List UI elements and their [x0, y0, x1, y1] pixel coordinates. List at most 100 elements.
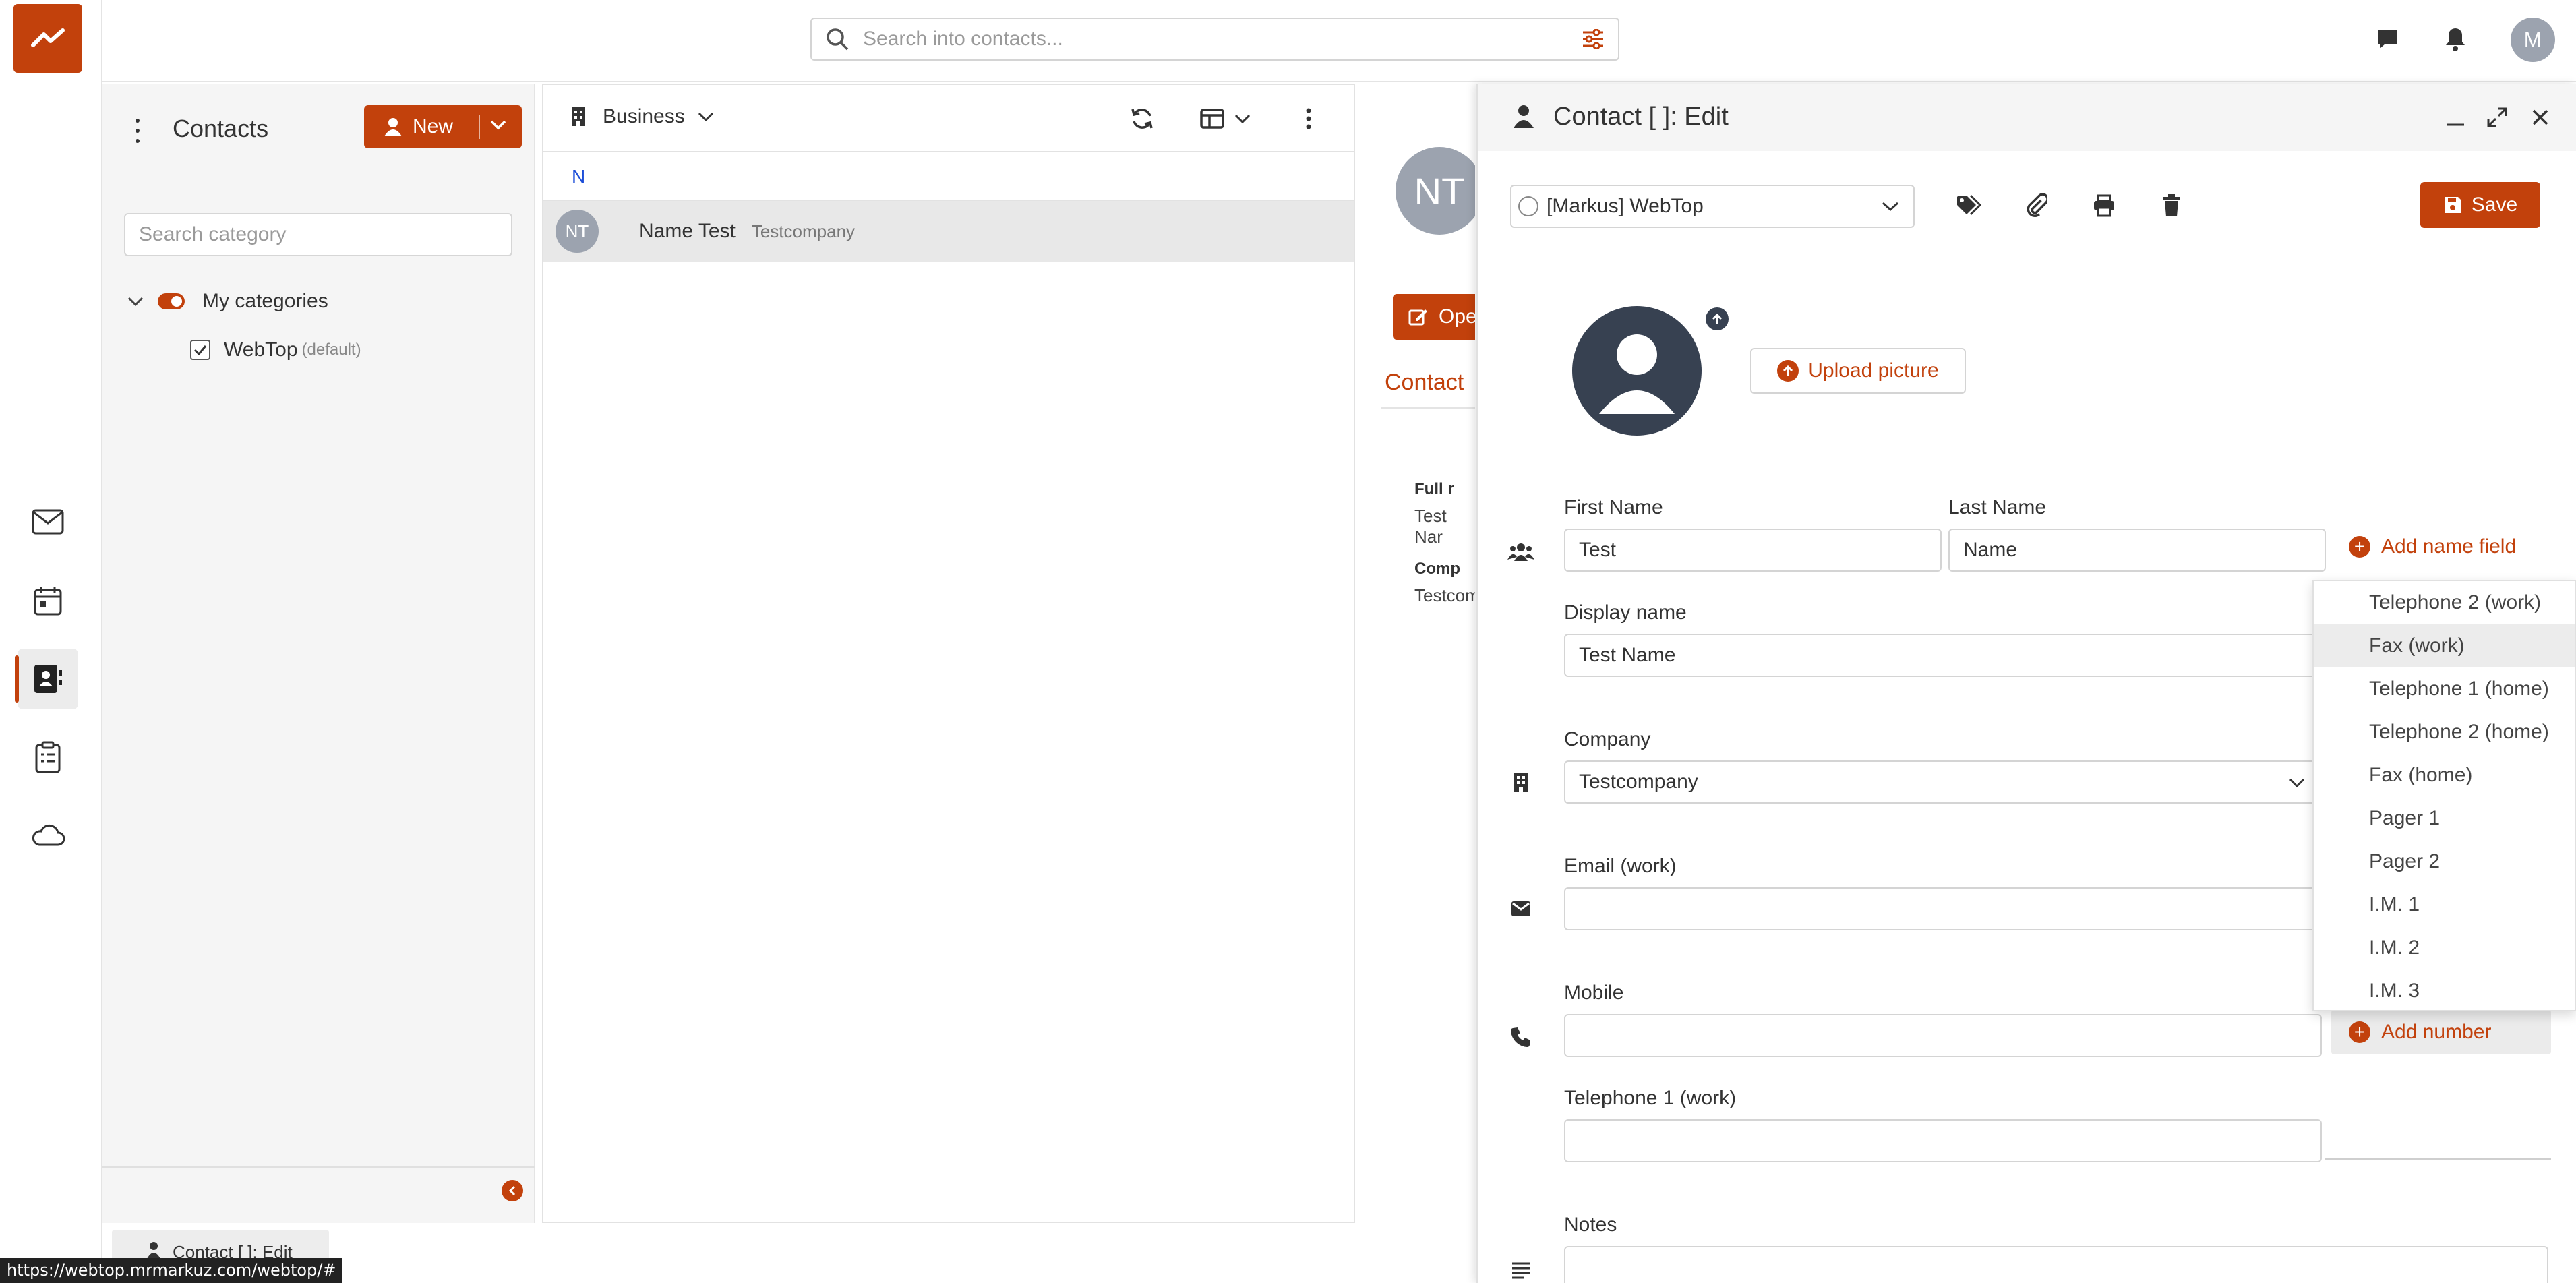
chevron-down-icon[interactable]	[489, 119, 507, 131]
category-search-input[interactable]: Search category	[124, 213, 512, 256]
menu-item-pager-2[interactable]: Pager 2	[2314, 840, 2575, 883]
categories-visibility-toggle[interactable]	[158, 293, 185, 309]
save-button[interactable]: Save	[2420, 182, 2540, 228]
phone-icon	[1507, 1023, 1534, 1050]
new-contact-button[interactable]: New	[364, 105, 522, 148]
avatar: NT	[556, 210, 599, 253]
close-icon[interactable]	[2524, 101, 2556, 133]
search-icon	[827, 28, 849, 51]
add-number-menu: Telephone 2 (work) Fax (work) Telephone …	[2312, 580, 2576, 1011]
print-icon[interactable]	[2087, 189, 2121, 222]
contacts-search-input[interactable]: Search into contacts...	[810, 18, 1619, 61]
category-group-label: My categories	[202, 290, 328, 312]
list-more-icon[interactable]	[1305, 102, 1312, 135]
divider	[102, 1166, 535, 1168]
building-icon	[572, 107, 585, 126]
menu-item-telephone-2-home[interactable]: Telephone 2 (home)	[2314, 711, 2575, 754]
company-label: Comp	[1414, 560, 1460, 578]
notes-field[interactable]	[1564, 1246, 2548, 1283]
upload-icon	[1777, 360, 1799, 382]
person-icon	[1514, 105, 1534, 128]
categories-menu-icon[interactable]	[133, 119, 142, 143]
refresh-icon[interactable]	[1130, 102, 1154, 135]
tag-icon[interactable]	[1952, 189, 1986, 222]
text-align-icon	[1507, 1257, 1534, 1283]
my-categories-row[interactable]: My categories	[127, 290, 328, 313]
menu-item-pager-1[interactable]: Pager 1	[2314, 797, 2575, 840]
contact-company: Testcompany	[751, 220, 856, 241]
addressbook-value: [Markus] WebTop	[1547, 195, 1704, 217]
grouping-label: Business	[603, 105, 685, 127]
chevron-down-icon	[698, 112, 713, 122]
first-name-label: First Name	[1564, 496, 1663, 518]
category-checkbox[interactable]	[190, 340, 210, 360]
menu-item-im-1[interactable]: I.M. 1	[2314, 883, 2575, 926]
color-swatch	[1518, 196, 1538, 216]
logo-icon	[31, 28, 65, 47]
category-default-tag: (default)	[301, 340, 361, 359]
upload-picture-button[interactable]: Upload picture	[1750, 348, 1966, 394]
trash-icon[interactable]	[2155, 189, 2188, 222]
company-label: Company	[1564, 728, 1651, 750]
last-name-field[interactable]: Name	[1948, 529, 2326, 572]
telephone-1-work-field[interactable]	[1564, 1119, 2322, 1162]
notes-label: Notes	[1564, 1214, 1617, 1236]
layout-selector[interactable]	[1200, 102, 1251, 135]
app-logo[interactable]	[13, 4, 82, 73]
categories-panel: Contacts New Search category My categori…	[102, 84, 535, 1223]
chevron-down-icon[interactable]	[2288, 777, 2306, 789]
user-avatar[interactable]: M	[2511, 18, 2555, 62]
collapse-panel-button[interactable]	[502, 1180, 523, 1201]
attachment-icon[interactable]	[2020, 189, 2054, 222]
menu-item-telephone-1-home[interactable]: Telephone 1 (home)	[2314, 667, 2575, 711]
open-label: Ope	[1439, 305, 1475, 328]
contact-name: Name Test	[639, 220, 736, 242]
add-number-label: Add number	[2381, 1021, 2492, 1043]
first-name-field[interactable]: Test	[1564, 529, 1942, 572]
display-name-label: Display name	[1564, 601, 1687, 624]
chat-icon[interactable]	[2366, 18, 2409, 61]
person-icon	[147, 1242, 160, 1259]
notifications-icon[interactable]	[2434, 18, 2477, 61]
cloud-icon[interactable]	[18, 805, 78, 866]
new-button-label: New	[413, 115, 454, 138]
tasks-icon[interactable]	[18, 727, 78, 787]
addressbook-select[interactable]: [Markus] WebTop	[1510, 185, 1915, 228]
list-item[interactable]: NT Name Test Testcompany	[543, 201, 1354, 262]
building-icon	[1507, 769, 1534, 796]
window-header: Contact [ ]: Edit	[1478, 84, 2576, 151]
upload-picture-label: Upload picture	[1808, 359, 1939, 382]
open-button[interactable]: Ope	[1393, 294, 1475, 340]
top-bar: Search into contacts... M	[102, 0, 2576, 82]
status-bar-url: https://webtop.mrmarkuz.com/webtop/#	[0, 1258, 343, 1283]
panel-title: Contacts	[173, 115, 269, 142]
telephone-1-work-label: Telephone 1 (work)	[1564, 1087, 1737, 1109]
divider	[2325, 1158, 2551, 1160]
tab-contact[interactable]: Contact	[1385, 369, 1464, 396]
app-rail	[0, 0, 102, 1283]
letter-group-header: N	[543, 152, 1354, 201]
grouping-selector[interactable]: Business	[570, 105, 715, 128]
filter-options-icon[interactable]	[1582, 29, 1605, 49]
minimize-icon[interactable]	[2439, 101, 2472, 133]
plus-icon: +	[2349, 536, 2370, 558]
save-label: Save	[2471, 193, 2518, 216]
mobile-field[interactable]	[1564, 1014, 2322, 1057]
menu-item-telephone-2-work[interactable]: Telephone 2 (work)	[2314, 581, 2575, 624]
chevron-down-icon[interactable]	[127, 295, 144, 307]
contact-photo	[1572, 306, 1702, 436]
upload-arrow-icon[interactable]	[1706, 307, 1729, 330]
window-title: Contact [ ]: Edit	[1553, 102, 1729, 131]
menu-item-fax-work[interactable]: Fax (work)	[2314, 624, 2575, 667]
mail-icon[interactable]	[18, 491, 78, 552]
add-name-field-button[interactable]: + Add name field	[2349, 535, 2516, 558]
calendar-icon[interactable]	[18, 570, 78, 631]
menu-item-im-2[interactable]: I.M. 2	[2314, 926, 2575, 969]
menu-item-im-3[interactable]: I.M. 3	[2314, 969, 2575, 1013]
category-item-webtop[interactable]: WebTop (default)	[190, 338, 361, 361]
add-number-button[interactable]: + Add number	[2349, 1021, 2491, 1044]
contacts-icon[interactable]	[15, 649, 78, 709]
full-name-label: Full r	[1414, 480, 1454, 498]
menu-item-fax-home[interactable]: Fax (home)	[2314, 754, 2575, 797]
maximize-icon[interactable]	[2481, 101, 2513, 133]
